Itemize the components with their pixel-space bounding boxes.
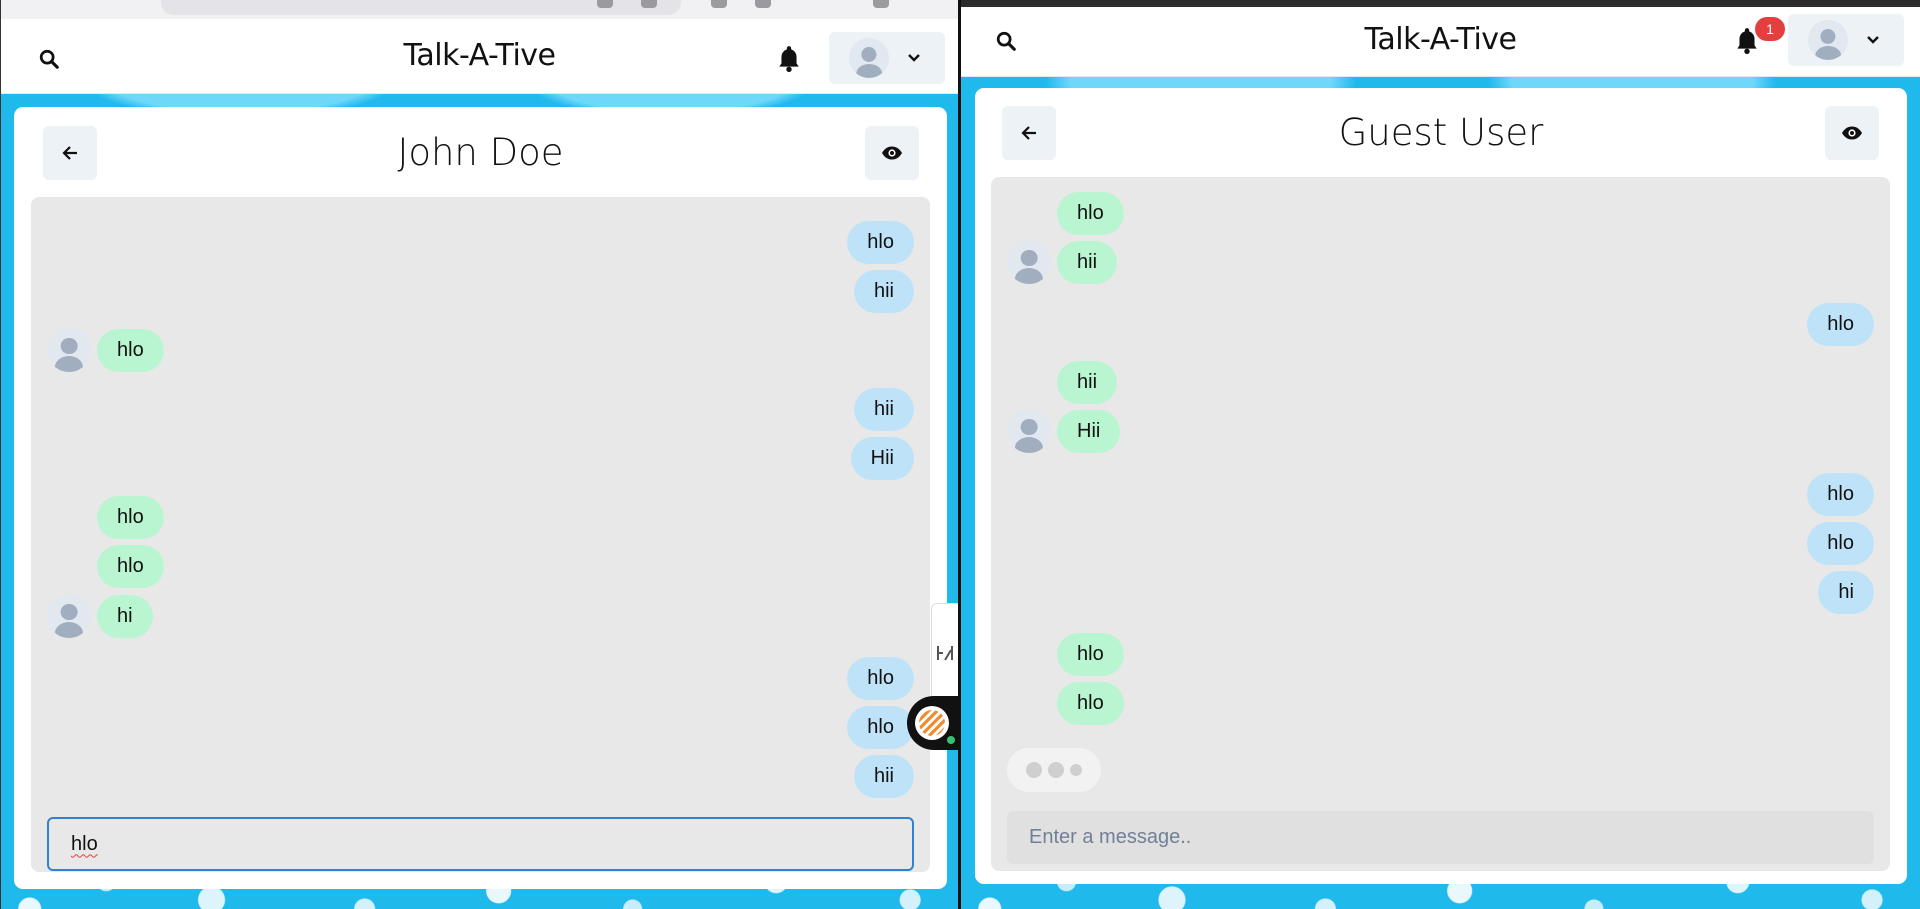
right-browser-window: Talk-A-Tive 1 Guest User hlo hii hlo hii Hii…: [961, 0, 1920, 909]
message-row: hlo: [31, 219, 930, 265]
message-row: hlo: [31, 327, 930, 373]
sent-message-bubble: hlo: [1807, 302, 1874, 346]
notification-badge: 1: [1755, 17, 1785, 41]
reading-list-icon[interactable]: [711, 0, 727, 8]
sender-avatar-icon[interactable]: [47, 328, 91, 372]
received-message-bubble: hi: [97, 594, 153, 638]
message-row: hlo: [991, 190, 1890, 236]
message-row: hlo: [991, 520, 1890, 566]
message-row: Hii: [31, 435, 930, 481]
assistant-widget-icon: [915, 706, 949, 740]
chevron-down-icon: [1867, 36, 1879, 44]
received-message-bubble: hii: [1057, 360, 1118, 404]
received-message-bubble: hlo: [97, 544, 164, 588]
received-message-bubble: hlo: [97, 495, 164, 539]
user-avatar-icon: [849, 38, 889, 78]
message-row: hlo: [31, 494, 930, 540]
chat-title: Guest User: [1338, 111, 1544, 154]
chevron-down-icon: [908, 54, 920, 62]
message-row: hlo: [31, 704, 930, 750]
received-message-bubble: hlo: [1057, 632, 1124, 676]
bell-icon[interactable]: [775, 43, 803, 73]
app-navbar: Talk-A-Tive: [1, 19, 958, 94]
message-input[interactable]: hlo: [47, 817, 914, 871]
message-row: hii: [31, 268, 930, 314]
side-panel-handle[interactable]: [931, 603, 958, 703]
eye-icon: [1842, 126, 1862, 140]
message-row: hlo: [31, 655, 930, 701]
message-list: hlo hii hlo hii Hii hlo hlo hi hlo hlo: [991, 177, 1890, 730]
message-row: hii: [991, 359, 1890, 405]
window-top-border: [961, 0, 1920, 7]
message-row: hlo: [991, 631, 1890, 677]
left-browser-window: Talk-A-Tive John Doe hlo hii hlo hii Hii hlo h…: [0, 0, 958, 909]
sent-message-bubble: hlo: [1807, 472, 1874, 516]
message-row: hi: [31, 593, 930, 639]
message-row: Hii: [991, 408, 1890, 454]
message-row: hi: [991, 569, 1890, 615]
eye-icon: [882, 146, 902, 160]
app-navbar: Talk-A-Tive 1: [961, 7, 1920, 77]
message-area[interactable]: hlo hii hlo hii Hii hlo hlo hi hlo hlo hii hlo: [31, 197, 930, 872]
message-input[interactable]: Enter a message..: [1007, 811, 1874, 864]
message-row: hlo: [991, 680, 1890, 726]
received-message-bubble: Hii: [1057, 409, 1121, 453]
sent-message-bubble: hlo: [847, 656, 914, 700]
message-area[interactable]: hlo hii hlo hii Hii hlo hlo hi hlo hlo Enter a me…: [991, 177, 1890, 871]
sent-message-bubble: hlo: [847, 705, 914, 749]
chat-title: John Doe: [397, 131, 564, 174]
browser-profile-icon[interactable]: [873, 0, 889, 8]
message-input-value: hlo: [71, 832, 98, 855]
resize-icon: [937, 646, 953, 661]
typing-indicator: [1007, 748, 1101, 792]
message-row: hii: [31, 753, 930, 799]
profile-menu-button[interactable]: [829, 32, 945, 84]
profile-menu-button[interactable]: [1788, 14, 1904, 66]
sent-message-bubble: hii: [853, 387, 914, 431]
message-row: hlo: [991, 301, 1890, 347]
received-message-bubble: hlo: [97, 328, 164, 372]
chat-panel: Guest User hlo hii hlo hii Hii hlo hlo hi hlo hlo…: [975, 88, 1907, 884]
chat-panel: John Doe hlo hii hlo hii Hii hlo hlo hi hlo hlo hi…: [14, 107, 947, 889]
sent-message-bubble: hi: [1818, 570, 1874, 614]
sender-avatar-icon[interactable]: [47, 594, 91, 638]
extension-icon[interactable]: [597, 0, 613, 8]
sent-message-bubble: Hii: [850, 436, 914, 480]
message-row: hlo: [991, 471, 1890, 517]
sent-message-bubble: hii: [853, 754, 914, 798]
received-message-bubble: hii: [1057, 240, 1118, 284]
message-row: hii: [31, 386, 930, 432]
sent-message-bubble: hii: [853, 269, 914, 313]
user-avatar-icon: [1808, 20, 1848, 60]
browser-tab-strip: [1, 0, 958, 19]
assistant-widget-button[interactable]: [907, 696, 958, 750]
sender-avatar-icon[interactable]: [1007, 409, 1051, 453]
view-profile-button[interactable]: [1825, 106, 1879, 160]
sent-message-bubble: hlo: [1807, 521, 1874, 565]
bell-icon[interactable]: 1: [1733, 17, 1785, 55]
sender-avatar-icon[interactable]: [1007, 240, 1051, 284]
view-profile-button[interactable]: [865, 126, 919, 180]
star-icon[interactable]: [641, 0, 657, 8]
message-row: hii: [991, 239, 1890, 285]
app-title: Talk-A-Tive: [403, 38, 557, 73]
message-row: hlo: [31, 543, 930, 589]
message-input-placeholder: Enter a message..: [1029, 826, 1192, 848]
sent-message-bubble: hlo: [847, 220, 914, 264]
received-message-bubble: hlo: [1057, 681, 1124, 725]
online-status-dot: [945, 734, 957, 746]
received-message-bubble: hlo: [1057, 191, 1124, 235]
tab-search-icon[interactable]: [755, 0, 771, 8]
